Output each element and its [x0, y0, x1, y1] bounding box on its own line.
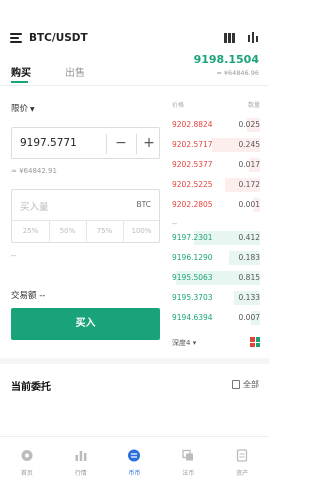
- buy-button[interactable]: 买入: [11, 308, 160, 340]
- orderbook-buy-row[interactable]: 9194.6394 0.007: [172, 311, 260, 325]
- menu-icon[interactable]: [10, 33, 22, 43]
- bottom-nav: 首页 行情 币币 法币 资产: [0, 436, 269, 480]
- nav-item-label: 法币: [182, 470, 195, 477]
- divider: [136, 134, 137, 154]
- price-input[interactable]: 9197.5771: [20, 137, 77, 149]
- orderbook-price: 9197.2301: [172, 233, 213, 242]
- tab-buy[interactable]: 购买: [11, 64, 31, 79]
- kline-icon[interactable]: [224, 33, 236, 43]
- divider: [106, 134, 107, 154]
- orderbook-buy-row[interactable]: 9195.3703 0.133: [172, 291, 260, 305]
- orderbook-sell-row[interactable]: 9202.5225 0.172: [172, 178, 260, 192]
- all-orders-button[interactable]: 全部: [232, 379, 259, 390]
- depth-label: 深度4: [172, 339, 191, 347]
- orderbook-price: 9202.5225: [172, 180, 213, 189]
- home-icon: [21, 450, 33, 461]
- amount-unit: BTC: [136, 200, 151, 209]
- percent-75-button[interactable]: 75%: [86, 221, 123, 242]
- orderbook-price: 9195.5063: [172, 273, 213, 282]
- tab-active-indicator: [11, 81, 28, 83]
- caret-down-icon: ▼: [30, 106, 35, 113]
- orderbook-sell-row[interactable]: 9202.2805 0.001: [172, 198, 260, 212]
- orderbook-buy-row[interactable]: 9196.1290 0.183: [172, 251, 260, 265]
- nav-item-label: 行情: [74, 470, 87, 477]
- orderbook-qty: 0.017: [238, 160, 260, 169]
- orderbook-qty: 0.412: [238, 233, 260, 242]
- nav-item-market[interactable]: 行情: [54, 437, 108, 480]
- amount-input-box: 买入量 BTC 25% 50% 75% 100%: [11, 189, 160, 243]
- current-orders-title: 当前委托: [11, 382, 51, 393]
- nav-item-home[interactable]: 首页: [0, 437, 54, 480]
- orderbook-qty: 0.001: [238, 200, 260, 209]
- section-divider: [0, 358, 269, 364]
- price-cny-estimate: ≈ ¥64842.91: [11, 167, 57, 175]
- turnover-label: 交易额: [11, 291, 37, 301]
- orderbook-header: 价格 数量: [172, 100, 260, 110]
- orderbook-price: 9202.5717: [172, 140, 213, 149]
- orderbook-sell-row[interactable]: 9202.5377 0.017: [172, 158, 260, 172]
- caret-down-icon: ▾: [192, 339, 197, 347]
- top-bar: BTC/USDT: [0, 24, 269, 52]
- percent-50-button[interactable]: 50%: [49, 221, 86, 242]
- percent-25-button[interactable]: 25%: [12, 221, 49, 242]
- price-input-box: 9197.5771 − +: [11, 127, 160, 159]
- divider: [0, 85, 269, 86]
- nav-item-fiat[interactable]: 法币: [161, 437, 215, 480]
- nav-item-label: 资产: [236, 470, 249, 477]
- orderbook-qty-header: 数量: [247, 102, 260, 109]
- orderbook-qty: 0.172: [238, 180, 260, 189]
- trade-icon: [128, 449, 141, 462]
- assets-icon: [236, 449, 248, 462]
- orderbook-price: 9194.6394: [172, 313, 213, 322]
- depth-select[interactable]: 深度4 ▾: [172, 338, 196, 348]
- orderbook-qty: 0.183: [238, 253, 260, 262]
- orderbook-price: 9202.8824: [172, 120, 213, 129]
- orderbook-qty: 0.245: [238, 140, 260, 149]
- all-orders-label: 全部: [243, 380, 259, 389]
- tab-sell[interactable]: 出售: [65, 64, 85, 79]
- nav-item-trade[interactable]: 币币: [108, 437, 162, 480]
- orderbook-price: 9195.3703: [172, 293, 213, 302]
- orderbook-mid: --: [172, 220, 178, 228]
- orderbook-qty: 0.007: [238, 313, 260, 322]
- orderbook-price: 9196.1290: [172, 253, 213, 262]
- market-icon: [75, 451, 87, 461]
- orderbook-qty: 0.025: [238, 120, 260, 129]
- nav-item-label: 币币: [128, 470, 141, 477]
- price-decrease-button[interactable]: −: [111, 131, 131, 155]
- turnover-value: --: [39, 291, 46, 301]
- turnover: 交易额 --: [11, 289, 45, 301]
- orderbook-price: 9202.2805: [172, 200, 213, 209]
- price-increase-button[interactable]: +: [139, 131, 159, 155]
- orderbook-layout-icon[interactable]: [250, 337, 260, 347]
- document-icon: [232, 380, 240, 389]
- last-price-cny: ≈ ¥64846.96: [216, 69, 259, 77]
- orderbook-qty: 0.133: [238, 293, 260, 302]
- nav-item-assets[interactable]: 资产: [215, 437, 269, 480]
- orderbook-qty: 0.815: [238, 273, 260, 282]
- chart-icon[interactable]: [247, 31, 259, 44]
- orderbook-buy-row[interactable]: 9197.2301 0.412: [172, 231, 260, 245]
- last-price: 9198.1504: [193, 53, 259, 66]
- orderbook-price-header: 价格: [172, 102, 185, 109]
- order-type-select[interactable]: 限价 ▼: [11, 102, 35, 114]
- orderbook-sell-row[interactable]: 9202.5717 0.245: [172, 138, 260, 152]
- orderbook-sell-row[interactable]: 9202.8824 0.025: [172, 118, 260, 132]
- trading-pair-title[interactable]: BTC/USDT: [29, 32, 88, 44]
- amount-input[interactable]: 买入量: [20, 199, 49, 213]
- percent-100-button[interactable]: 100%: [123, 221, 160, 242]
- orderbook-price: 9202.5377: [172, 160, 213, 169]
- available-balance: --: [11, 252, 17, 260]
- orderbook-buy-row[interactable]: 9195.5063 0.815: [172, 271, 260, 285]
- order-type-label: 限价: [11, 104, 29, 114]
- fiat-icon: [182, 449, 194, 461]
- nav-item-label: 首页: [20, 470, 33, 477]
